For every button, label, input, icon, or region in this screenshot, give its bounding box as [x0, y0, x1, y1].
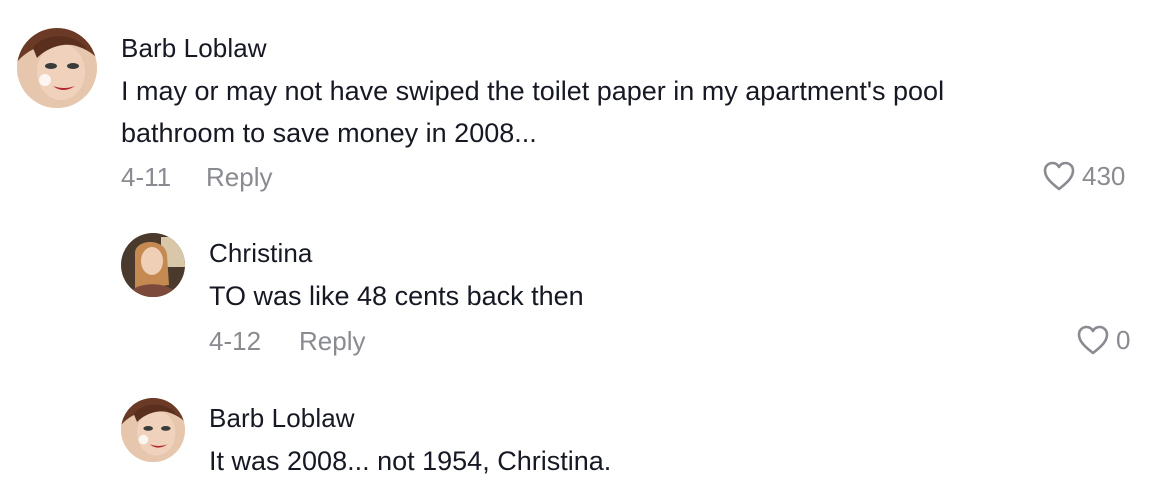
avatar[interactable]	[17, 28, 97, 108]
like-count: 0	[1116, 324, 1131, 355]
reply-date: 4-12	[209, 326, 262, 356]
reply-button[interactable]: Reply	[206, 162, 272, 193]
comment-date: 4-11	[121, 162, 172, 192]
heart-icon	[1076, 324, 1110, 356]
reply-username[interactable]: Christina	[209, 238, 313, 269]
reply-text: TO was like 48 cents back then	[209, 281, 584, 311]
barb-avatar-image	[17, 28, 97, 108]
comment-text: I may or may not have swiped the toilet …	[121, 76, 945, 148]
barb-avatar-image	[121, 398, 185, 462]
reply-text: It was 2008... not 1954, Christina.	[209, 446, 612, 476]
reply-button[interactable]: Reply	[299, 326, 365, 357]
heart-icon	[1042, 160, 1076, 192]
avatar[interactable]	[121, 398, 185, 462]
reply-item: Christina TO was like 48 cents back then…	[0, 210, 1168, 370]
reply-username[interactable]: Barb Loblaw	[209, 403, 355, 434]
christina-avatar-image	[121, 233, 185, 297]
comment-item: Barb Loblaw I may or may not have swiped…	[0, 0, 1168, 210]
like-button[interactable]: 430	[1042, 160, 1125, 192]
like-count: 430	[1082, 160, 1126, 191]
reply-item: Barb Loblaw It was 2008... not 1954, Chr…	[0, 370, 1168, 484]
like-button[interactable]: 0	[1076, 324, 1130, 356]
avatar[interactable]	[121, 233, 185, 297]
comment-username[interactable]: Barb Loblaw	[121, 33, 267, 64]
